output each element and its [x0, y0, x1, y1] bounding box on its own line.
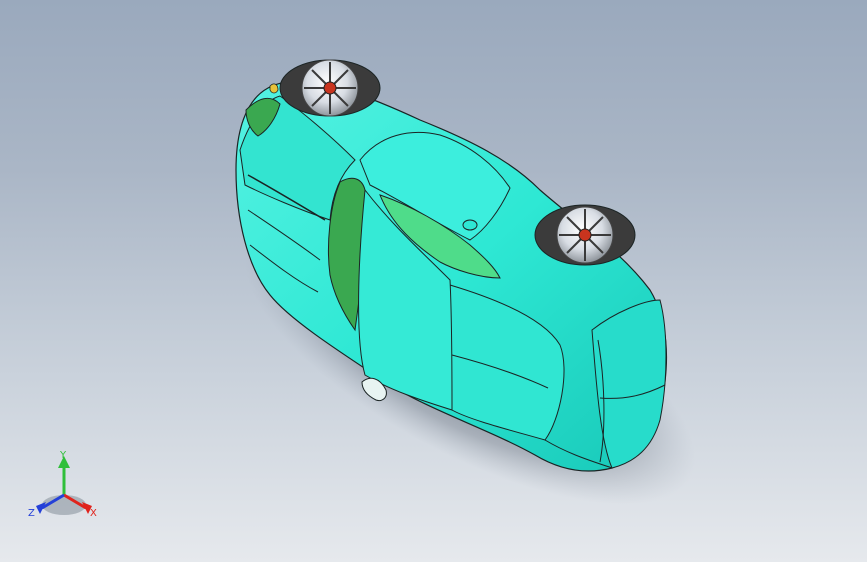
x-axis-label: X	[90, 508, 97, 519]
z-axis-label: Z	[28, 508, 35, 519]
viewport-canvas[interactable]: Y X Z	[0, 0, 867, 562]
rear-wheel	[279, 59, 381, 117]
y-axis-label: Y	[59, 450, 67, 461]
fuel-cap	[462, 219, 478, 231]
car-model[interactable]	[235, 59, 668, 472]
orientation-triad[interactable]: Y X Z	[28, 450, 97, 519]
front-wheel	[534, 204, 636, 266]
tail-light	[269, 83, 279, 94]
3d-viewport[interactable]: Y X Z	[0, 0, 867, 562]
